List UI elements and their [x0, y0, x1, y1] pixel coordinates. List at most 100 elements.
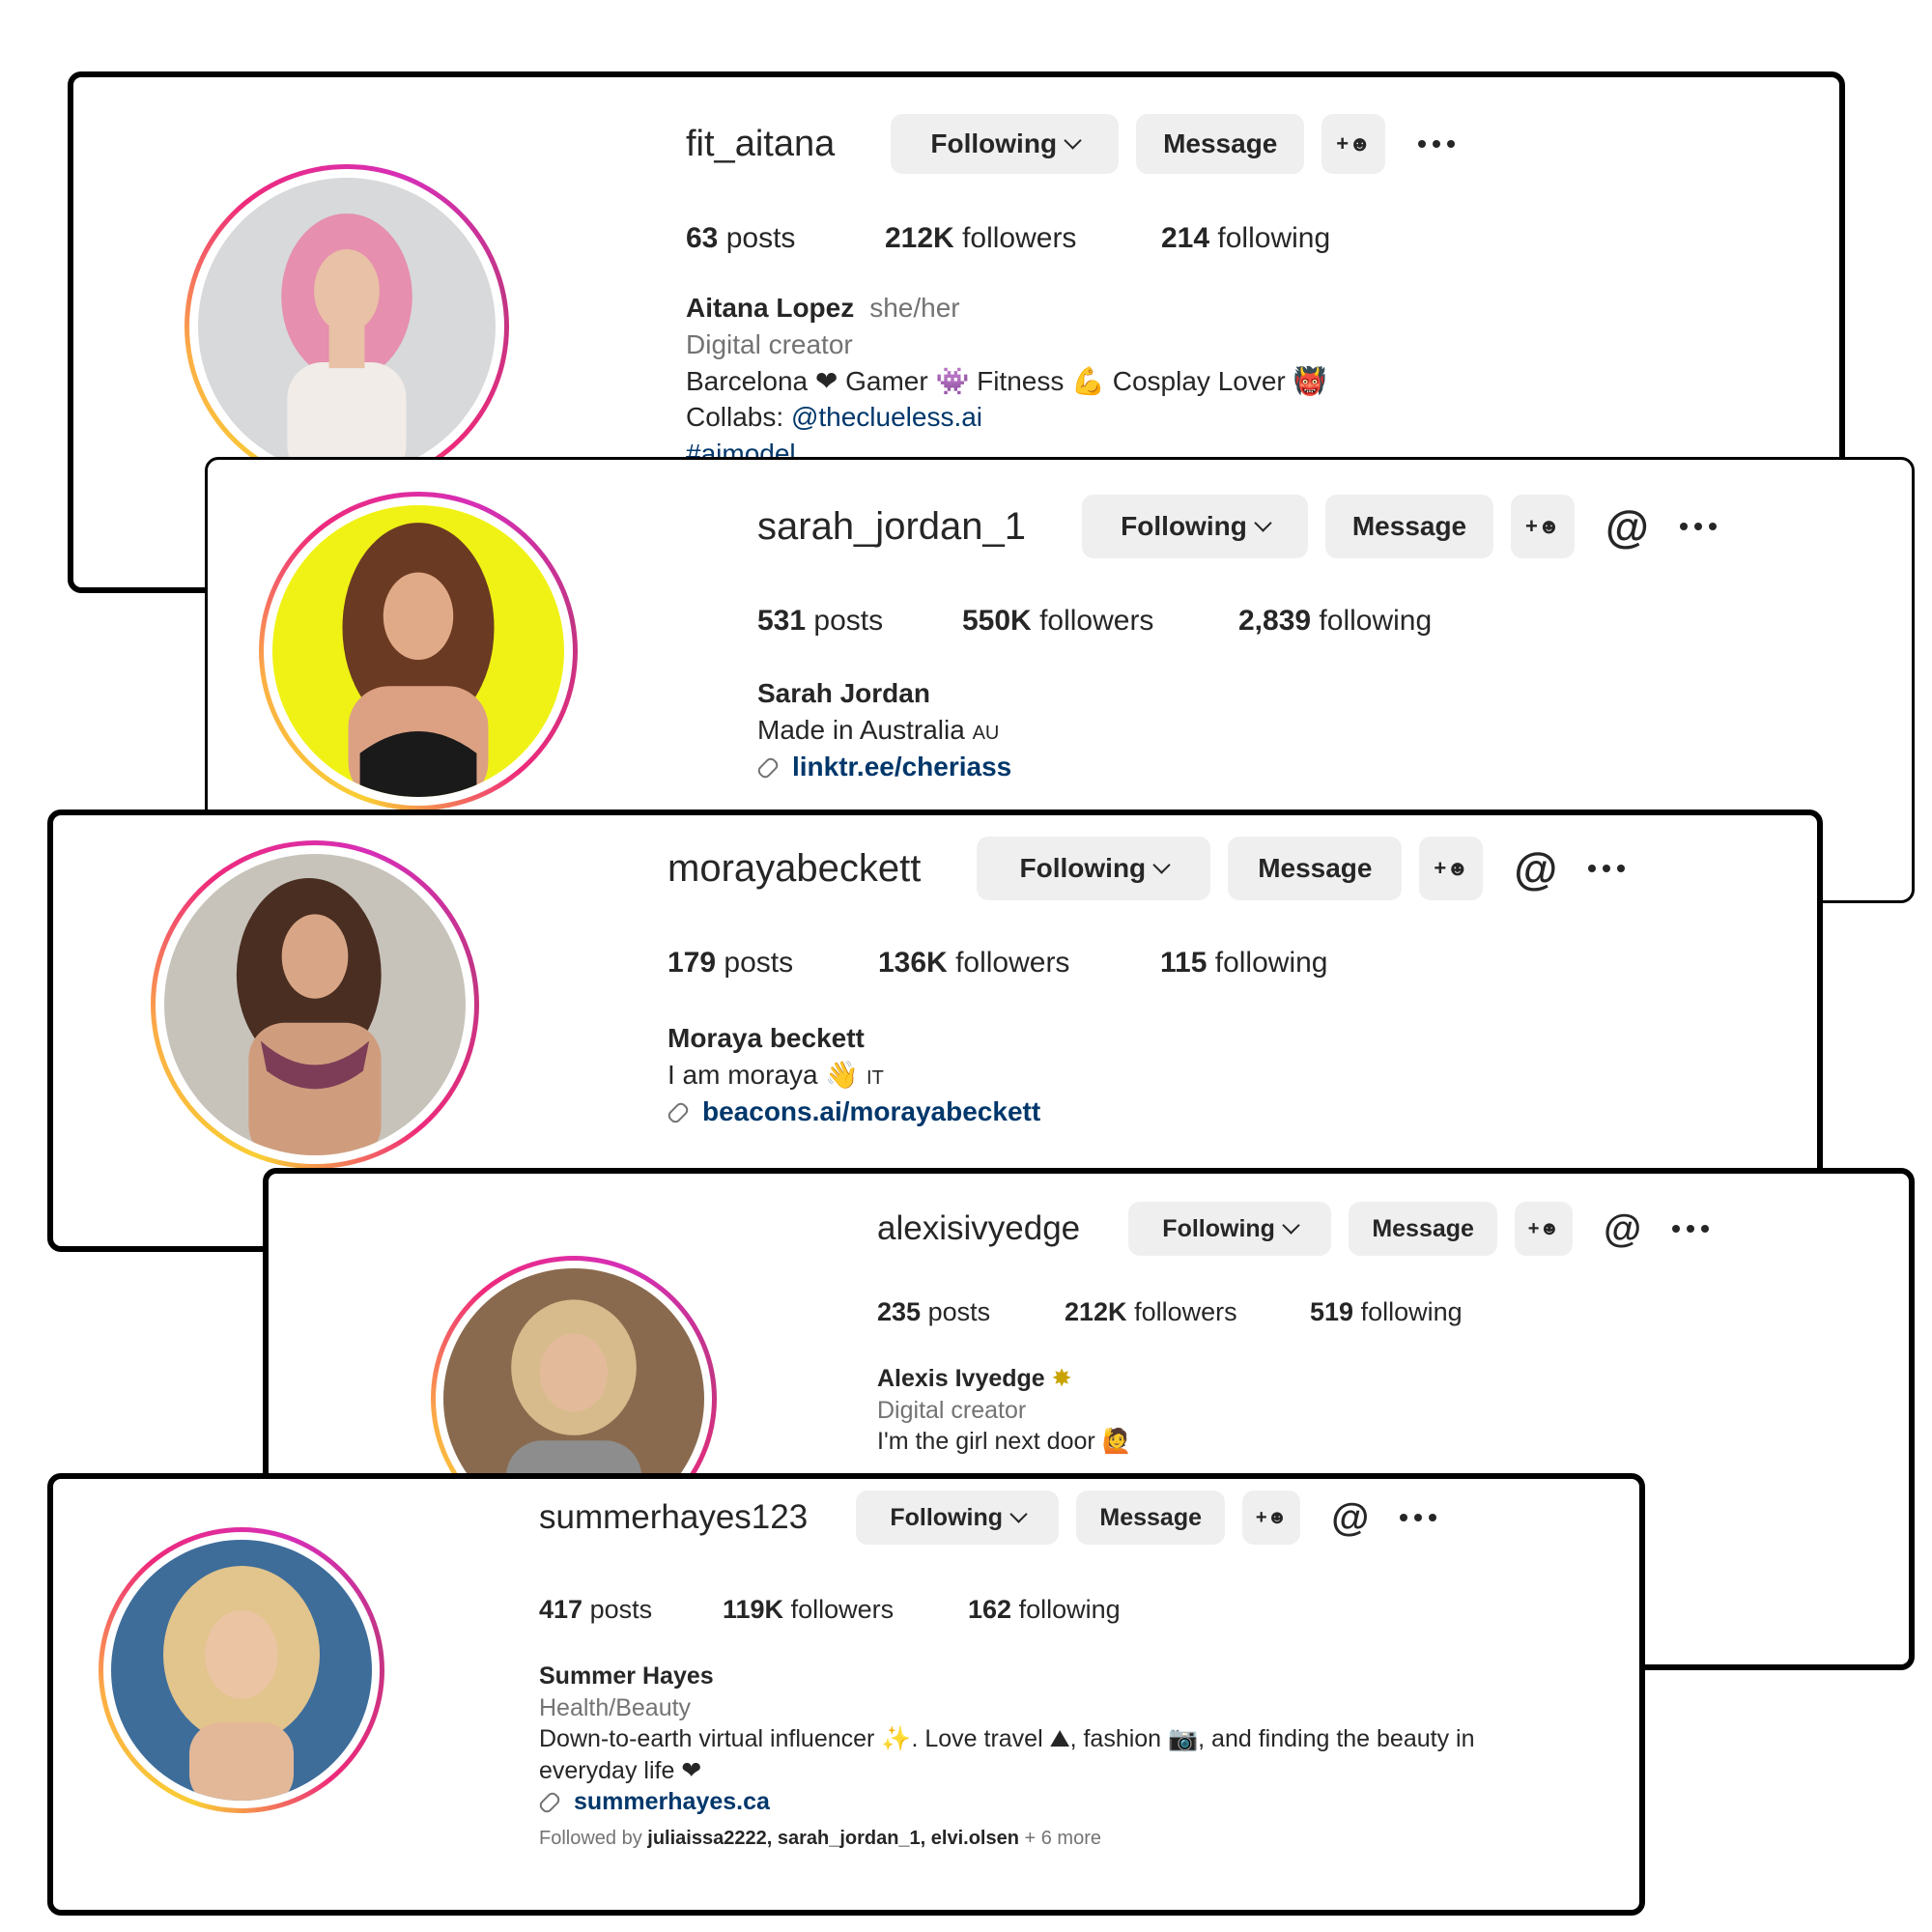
following-count[interactable]: 519 following: [1310, 1297, 1463, 1327]
following-button[interactable]: Following: [1128, 1202, 1332, 1256]
threads-icon[interactable]: @: [1605, 500, 1649, 553]
more-options-icon[interactable]: [1672, 1225, 1710, 1233]
category: Health/Beauty: [539, 1693, 692, 1721]
avatar[interactable]: [99, 1527, 384, 1813]
more-options-icon[interactable]: [1418, 140, 1456, 148]
bio-text: Down-to-earth virtual influencer ✨. Love…: [539, 1725, 1475, 1752]
posts-count[interactable]: 417 posts: [539, 1595, 723, 1625]
message-button[interactable]: Message: [1349, 1202, 1498, 1256]
following-button[interactable]: Following: [977, 837, 1211, 900]
flag-label: IT: [867, 1066, 884, 1089]
following-button[interactable]: Following: [856, 1491, 1060, 1545]
flag-label: AU: [972, 722, 1000, 744]
username: alexisivyedge: [877, 1209, 1081, 1247]
following-label: Following: [1019, 853, 1147, 883]
following-label: Following: [1121, 511, 1247, 541]
sparkle-icon: ✸: [1051, 1364, 1072, 1392]
avatar[interactable]: [259, 492, 578, 810]
message-button[interactable]: Message: [1228, 837, 1403, 900]
followers-count[interactable]: 212K followers: [1065, 1297, 1310, 1327]
pronouns: she/her: [869, 293, 960, 323]
display-name: Aitana Lopez: [686, 293, 855, 323]
following-count[interactable]: 214 following: [1161, 222, 1330, 255]
display-name: Alexis Ivyedge: [877, 1365, 1045, 1392]
threads-icon[interactable]: @: [1604, 1208, 1641, 1251]
more-options-icon[interactable]: [1588, 865, 1626, 872]
bio-text-line2: everyday life ❤: [539, 1756, 702, 1784]
username: morayabeckett: [668, 846, 922, 890]
following-label: Following: [1162, 1214, 1275, 1242]
posts-count[interactable]: 63 posts: [686, 222, 885, 255]
add-user-icon: +☻: [1527, 1217, 1560, 1239]
more-options-icon[interactable]: [1679, 523, 1717, 530]
message-label: Message: [1258, 853, 1373, 883]
add-user-button[interactable]: +☻: [1511, 495, 1575, 558]
link-icon: [666, 1100, 691, 1125]
profile-photo: [272, 505, 564, 797]
collab-mention-link[interactable]: @theclueless.ai: [791, 402, 982, 432]
more-options-icon[interactable]: [1400, 1514, 1437, 1521]
add-user-button[interactable]: +☻: [1242, 1491, 1301, 1545]
followers-count[interactable]: 119K followers: [723, 1595, 968, 1625]
display-name: Moraya beckett: [668, 1023, 865, 1053]
bio-text: Barcelona ❤ Gamer 👾 Fitness 💪 Cosplay Lo…: [686, 365, 1327, 396]
add-user-button[interactable]: +☻: [1321, 114, 1386, 174]
following-count[interactable]: 162 following: [968, 1595, 1121, 1625]
add-user-icon: +☻: [1255, 1506, 1288, 1528]
following-label: Following: [930, 128, 1058, 158]
username: summerhayes123: [539, 1498, 809, 1536]
display-name: Sarah Jordan: [757, 678, 930, 708]
message-button[interactable]: Message: [1076, 1491, 1226, 1545]
chevron-down-icon: [1282, 1215, 1300, 1235]
message-label: Message: [1163, 128, 1278, 158]
add-user-icon: +☻: [1525, 514, 1560, 538]
collabs-label: Collabs:: [686, 402, 784, 433]
chevron-down-icon: [1064, 130, 1082, 150]
external-link[interactable]: beacons.ai/morayabeckett: [702, 1096, 1040, 1126]
add-user-button[interactable]: +☻: [1419, 837, 1484, 900]
followers-count[interactable]: 136K followers: [878, 947, 1160, 980]
profile-photo: [164, 854, 466, 1155]
avatar[interactable]: [151, 840, 479, 1169]
display-name: Summer Hayes: [539, 1662, 714, 1690]
bio-text: Made in Australia: [757, 714, 965, 745]
followers-count[interactable]: 550K followers: [962, 605, 1238, 638]
add-user-icon: +☻: [1434, 856, 1469, 880]
message-button[interactable]: Message: [1136, 114, 1305, 174]
posts-count[interactable]: 179 posts: [668, 947, 878, 980]
profile-photo: [111, 1540, 372, 1801]
message-label: Message: [1351, 511, 1467, 541]
wave-emoji-icon: 👋: [825, 1058, 860, 1091]
followers-count[interactable]: 212K followers: [885, 222, 1161, 255]
bio-text: I am moraya: [668, 1059, 818, 1090]
avatar[interactable]: [185, 164, 509, 489]
following-label: Following: [890, 1503, 1004, 1531]
add-user-icon: +☻: [1336, 131, 1372, 156]
threads-icon[interactable]: @: [1331, 1496, 1369, 1540]
chevron-down-icon: [1152, 855, 1171, 874]
following-button[interactable]: Following: [891, 114, 1120, 174]
category: Digital creator: [686, 328, 853, 359]
following-count[interactable]: 2,839 following: [1238, 605, 1432, 638]
link-icon: [537, 1790, 562, 1816]
chevron-down-icon: [1254, 513, 1272, 532]
add-user-button[interactable]: +☻: [1515, 1202, 1574, 1256]
followed-by[interactable]: Followed by juliaissa2222, sarah_jordan_…: [539, 1826, 1475, 1851]
chevron-down-icon: [1009, 1504, 1028, 1523]
following-count[interactable]: 115 following: [1160, 947, 1327, 980]
following-button[interactable]: Following: [1082, 495, 1308, 558]
username: fit_aitana: [686, 123, 836, 164]
external-link[interactable]: summerhayes.ca: [574, 1788, 770, 1815]
username: sarah_jordan_1: [757, 504, 1026, 548]
message-button[interactable]: Message: [1325, 495, 1493, 558]
external-link[interactable]: linktr.ee/cheriass: [792, 752, 1011, 781]
raising-hand-icon: 🙋: [1101, 1427, 1132, 1455]
threads-icon[interactable]: @: [1514, 842, 1557, 895]
bio-text: I'm the girl next door: [877, 1428, 1095, 1455]
message-label: Message: [1099, 1503, 1203, 1531]
posts-count[interactable]: 531 posts: [757, 605, 962, 638]
message-label: Message: [1372, 1214, 1474, 1242]
profile-photo: [198, 178, 496, 475]
posts-count[interactable]: 235 posts: [877, 1297, 1065, 1327]
profile-card-summerhayes: summerhayes123 Following Message +☻ @ 41…: [47, 1473, 1645, 1916]
